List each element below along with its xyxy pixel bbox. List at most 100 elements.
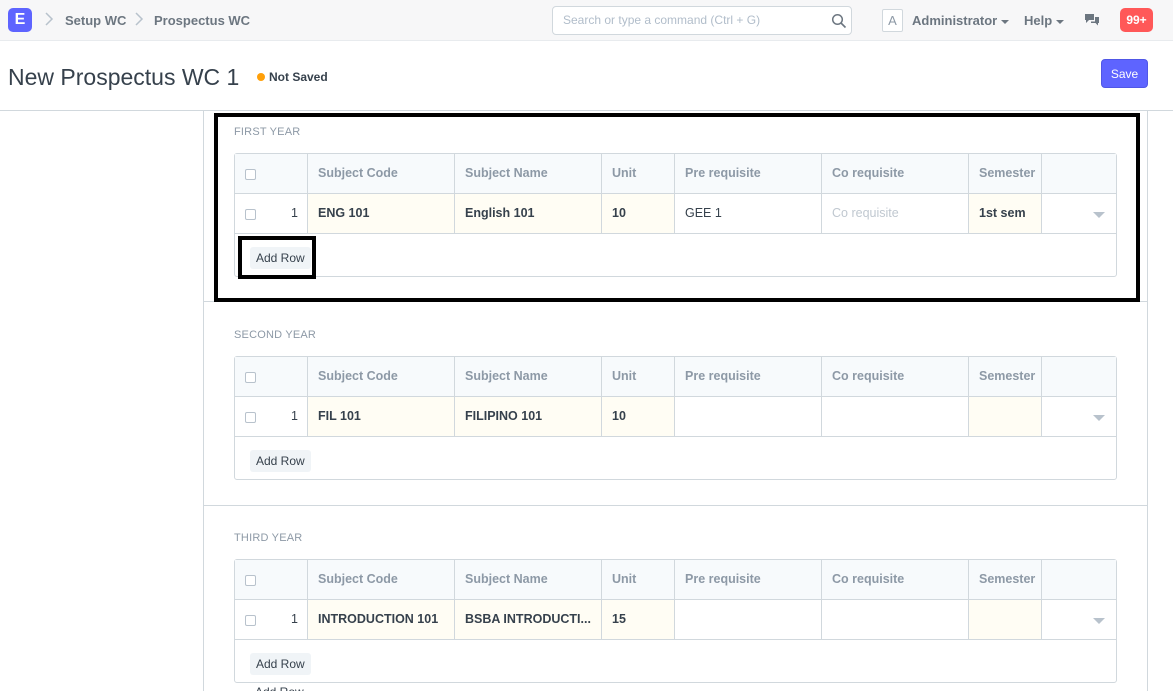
- row-checkbox[interactable]: [245, 412, 256, 423]
- page-divider: [0, 110, 1173, 111]
- row-actions-cell: [1042, 600, 1116, 639]
- subject-code-cell[interactable]: FIL 101: [308, 397, 455, 436]
- section-divider: [203, 301, 1148, 302]
- grid-header: Subject Code Subject Name Unit Pre requi…: [235, 357, 1116, 397]
- section-label-first-year: FIRST YEAR: [234, 126, 301, 138]
- navbar: E Setup WC Prospectus WC A Administrator…: [0, 0, 1173, 41]
- breadcrumb-setup-wc[interactable]: Setup WC: [65, 13, 126, 28]
- column-label: Subject Code: [318, 572, 398, 586]
- row-actions-cell: [1042, 194, 1116, 233]
- form-border-right: [1147, 111, 1148, 691]
- column-label: Semester: [979, 369, 1036, 383]
- header-co-requisite: Co requisite: [822, 357, 969, 396]
- table-row[interactable]: 1 FIL 101 FILIPINO 101 10: [235, 397, 1116, 437]
- subject-name-value: BSBA INTRODUCTI...: [465, 612, 591, 626]
- row-expand-icon[interactable]: [1093, 212, 1105, 218]
- grid-header: Subject Code Subject Name Unit Pre requi…: [235, 154, 1116, 194]
- header-co-requisite: Co requisite: [822, 154, 969, 193]
- header-subject-name: Subject Name: [455, 154, 602, 193]
- header-select-cell: [235, 560, 308, 599]
- unit-cell[interactable]: 15: [602, 600, 675, 639]
- subject-code-value: INTRODUCTION 101: [318, 612, 439, 626]
- co-requisite-cell[interactable]: Co requisite: [822, 194, 969, 233]
- select-all-checkbox[interactable]: [245, 575, 256, 586]
- unit-cell[interactable]: 10: [602, 397, 675, 436]
- help-menu[interactable]: Help: [1024, 13, 1065, 28]
- pre-requisite-cell[interactable]: [675, 600, 822, 639]
- semester-cell[interactable]: 1st sem: [969, 194, 1042, 233]
- add-row-button[interactable]: Add Row: [250, 247, 311, 269]
- pre-requisite-cell[interactable]: [675, 397, 822, 436]
- page-title: New Prospectus WC 1: [8, 64, 240, 90]
- header-select-cell: [235, 357, 308, 396]
- column-label: Semester: [979, 572, 1036, 586]
- header-select-cell: [235, 154, 308, 193]
- row-expand-icon[interactable]: [1093, 415, 1105, 421]
- third-year-grid: Subject Code Subject Name Unit Pre requi…: [234, 559, 1117, 683]
- header-actions: [1042, 357, 1116, 396]
- column-label: Unit: [612, 369, 637, 383]
- chat-icon[interactable]: [1084, 12, 1100, 28]
- column-label: Co requisite: [832, 166, 905, 180]
- co-requisite-cell[interactable]: [822, 600, 969, 639]
- row-expand-icon[interactable]: [1093, 618, 1105, 624]
- header-pre-requisite: Pre requisite: [675, 357, 822, 396]
- header-actions: [1042, 560, 1116, 599]
- search-icon[interactable]: [831, 13, 847, 29]
- header-co-requisite: Co requisite: [822, 560, 969, 599]
- semester-cell[interactable]: [969, 397, 1042, 436]
- caret-down-icon: [1001, 19, 1010, 24]
- add-row-button[interactable]: Add Row: [250, 653, 311, 675]
- first-year-grid: Subject Code Subject Name Unit Pre requi…: [234, 153, 1117, 277]
- co-requisite-cell[interactable]: [822, 397, 969, 436]
- subject-name-cell[interactable]: BSBA INTRODUCTI...: [455, 600, 602, 639]
- subject-name-value: FILIPINO 101: [465, 409, 543, 423]
- column-label: Semester: [979, 166, 1036, 180]
- subject-name-cell[interactable]: English 101: [455, 194, 602, 233]
- search-bar[interactable]: [552, 6, 852, 35]
- table-row[interactable]: 1 ENG 101 English 101 10 GEE 1 Co requis…: [235, 194, 1116, 234]
- add-row-button-cutoff[interactable]: Add Row: [255, 685, 304, 691]
- header-semester: Semester: [969, 357, 1042, 396]
- header-pre-requisite: Pre requisite: [675, 560, 822, 599]
- help-menu-label: Help: [1024, 13, 1053, 28]
- subject-code-cell[interactable]: INTRODUCTION 101: [308, 600, 455, 639]
- column-label: Co requisite: [832, 369, 905, 383]
- row-checkbox[interactable]: [245, 209, 256, 220]
- row-actions-cell: [1042, 397, 1116, 436]
- unit-cell[interactable]: 10: [602, 194, 675, 233]
- column-label: Subject Name: [465, 369, 548, 383]
- header-unit: Unit: [602, 154, 675, 193]
- header-subject-code: Subject Code: [308, 357, 455, 396]
- column-label: Subject Code: [318, 166, 398, 180]
- subject-code-cell[interactable]: ENG 101: [308, 194, 455, 233]
- table-row[interactable]: 1 INTRODUCTION 101 BSBA INTRODUCTI... 15: [235, 600, 1116, 640]
- header-unit: Unit: [602, 560, 675, 599]
- user-menu-label: Administrator: [912, 13, 998, 28]
- column-label: Unit: [612, 572, 637, 586]
- header-actions: [1042, 154, 1116, 193]
- breadcrumb-prospectus-wc[interactable]: Prospectus WC: [154, 13, 250, 28]
- app-logo[interactable]: E: [8, 8, 32, 32]
- notification-badge[interactable]: 99+: [1120, 8, 1153, 32]
- header-unit: Unit: [602, 357, 675, 396]
- subject-code-value: FIL 101: [318, 409, 361, 423]
- subject-code-value: ENG 101: [318, 206, 370, 220]
- user-menu[interactable]: Administrator: [912, 13, 1010, 28]
- select-all-checkbox[interactable]: [245, 169, 256, 180]
- save-button[interactable]: Save: [1101, 59, 1148, 88]
- select-all-checkbox[interactable]: [245, 372, 256, 383]
- row-select-cell: 1: [235, 194, 308, 233]
- column-label: Pre requisite: [685, 572, 761, 586]
- chevron-right-icon: [44, 11, 54, 27]
- semester-value: 1st sem: [979, 206, 1026, 220]
- add-row-button[interactable]: Add Row: [250, 450, 311, 472]
- pre-requisite-cell[interactable]: GEE 1: [675, 194, 822, 233]
- search-input[interactable]: [563, 13, 823, 27]
- semester-cell[interactable]: [969, 600, 1042, 639]
- grid-header: Subject Code Subject Name Unit Pre requi…: [235, 560, 1116, 600]
- row-checkbox[interactable]: [245, 615, 256, 626]
- chevron-right-icon: [134, 11, 144, 27]
- avatar[interactable]: A: [882, 9, 903, 32]
- subject-name-cell[interactable]: FILIPINO 101: [455, 397, 602, 436]
